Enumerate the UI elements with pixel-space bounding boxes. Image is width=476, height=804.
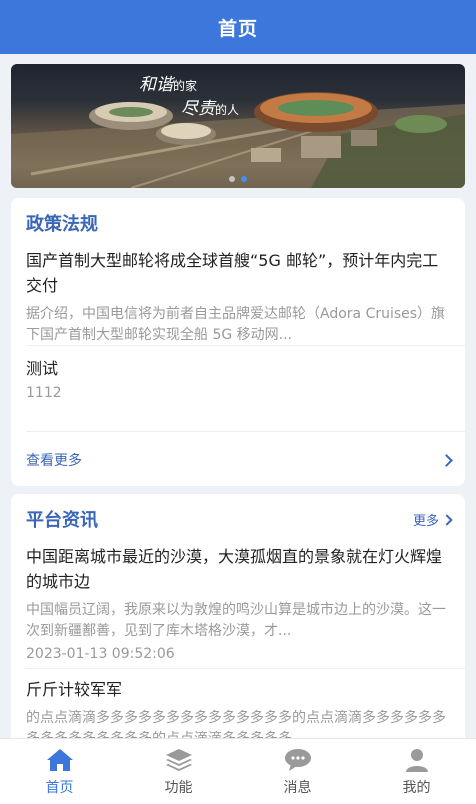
tab-functions[interactable]: 功能 xyxy=(119,739,238,804)
tab-profile[interactable]: 我的 xyxy=(357,739,476,804)
banner-slogan-line2: 尽责的人 xyxy=(181,99,240,119)
policy-section-card: 政策法规 国产首制大型邮轮将成全球首艘“5G 邮轮”，预计年内完工交付 据介绍，… xyxy=(11,198,465,486)
divider xyxy=(26,345,465,346)
platform-news-card: 平台资讯 更多 中国距离城市最近的沙漠，大漠孤烟直的景象就在灯火辉煌的城市边 中… xyxy=(11,494,465,754)
policy-list-item[interactable]: 国产首制大型邮轮将成全球首艘“5G 邮轮”，预计年内完工交付 据介绍，中国电信将… xyxy=(26,248,450,346)
top-nav-bar: 首页 xyxy=(0,0,476,54)
tab-messages[interactable]: 消息 xyxy=(238,739,357,804)
bottom-tab-bar: 首页 功能 消息 我的 xyxy=(0,738,476,804)
news-title: 中国距离城市最近的沙漠，大漠孤烟直的景象就在灯火辉煌的城市边 xyxy=(26,547,443,591)
news-summary: 据介绍，中国电信将为前者自主品牌爱达邮轮（Adora Cruises）旗下国产首… xyxy=(26,306,446,343)
carousel-dot-active[interactable] xyxy=(241,176,247,182)
tab-label: 功能 xyxy=(164,779,193,796)
tab-label: 消息 xyxy=(283,779,312,796)
tab-label: 首页 xyxy=(45,779,74,796)
news-title: 斤斤计较军军 xyxy=(26,680,123,699)
page-title: 首页 xyxy=(217,17,258,40)
news-summary: 中国幅员辽阔，我原来以为敦煌的鸣沙山算是城市边上的沙漠。这一次到新疆鄯善，见到了… xyxy=(26,602,446,639)
banner-carousel[interactable]: 和谐的家 尽责的人 xyxy=(11,64,465,188)
stadium-banner-image xyxy=(11,92,465,188)
news-meta: 1112 xyxy=(26,385,62,401)
news-timestamp: 2023-01-13 09:52:06 xyxy=(26,646,175,662)
see-more-label: 查看更多 xyxy=(26,453,82,469)
home-icon xyxy=(46,748,73,771)
tab-home[interactable]: 首页 xyxy=(0,739,119,804)
news-list-item[interactable]: 中国距离城市最近的沙漠，大漠孤烟直的景象就在灯火辉煌的城市边 中国幅员辽阔，我原… xyxy=(26,544,450,662)
see-more-link[interactable]: 查看更多 xyxy=(26,450,453,470)
news-title: 国产首制大型邮轮将成全球首艘“5G 邮轮”，预计年内完工交付 xyxy=(26,251,439,295)
news-title: 测试 xyxy=(26,359,59,378)
tab-label: 我的 xyxy=(402,779,431,796)
more-link[interactable]: 更多 xyxy=(412,510,453,529)
user-icon xyxy=(405,748,428,772)
layers-icon xyxy=(165,748,192,771)
carousel-indicator xyxy=(11,176,465,182)
carousel-dot[interactable] xyxy=(229,176,235,182)
more-label: 更多 xyxy=(412,514,439,529)
section-title-policy: 政策法规 xyxy=(26,214,98,235)
section-title-platform: 平台资讯 xyxy=(26,510,98,531)
banner-slogan-line1: 和谐的家 xyxy=(139,75,198,95)
chevron-right-icon xyxy=(441,513,453,526)
divider xyxy=(26,431,465,432)
chevron-right-icon xyxy=(440,453,453,467)
chat-bubble-icon xyxy=(284,748,311,771)
policy-list-item[interactable]: 测试 1112 xyxy=(26,356,450,401)
divider xyxy=(26,668,465,669)
